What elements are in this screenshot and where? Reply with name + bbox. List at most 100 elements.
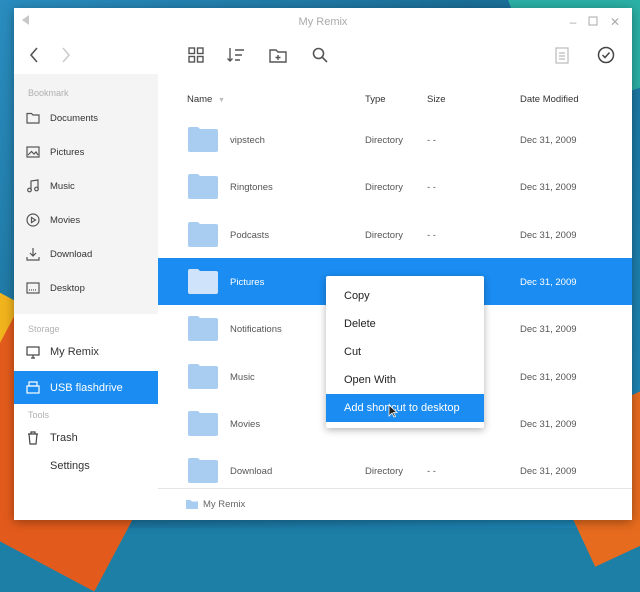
sidebar-item-label: Documents xyxy=(50,112,99,124)
file-name: Music xyxy=(230,371,255,383)
file-date: Dec 31, 2009 xyxy=(520,371,577,383)
file-size: - - xyxy=(427,135,436,146)
sidebar-item-my-remix[interactable]: My Remix xyxy=(14,337,158,367)
file-name: Podcasts xyxy=(230,229,270,241)
file-name: vipstech xyxy=(230,135,265,146)
file-type: Directory xyxy=(365,135,404,146)
folder-icon xyxy=(188,363,218,389)
file-name: Movies xyxy=(230,418,261,430)
sidebar-item-trash[interactable]: Trash xyxy=(14,423,158,453)
table-row[interactable]: Podcasts Directory - - Dec 31, 2009 xyxy=(158,211,632,258)
desktop-icon xyxy=(26,281,40,295)
clipboard-icon[interactable] xyxy=(550,44,574,66)
maximize-icon[interactable] xyxy=(584,13,602,31)
column-header-size[interactable]: Size xyxy=(427,94,445,105)
monitor-icon xyxy=(26,345,40,359)
menu-item-label: Cut xyxy=(344,346,362,358)
minimize-icon[interactable]: – xyxy=(564,13,582,31)
path-bar: My Remix xyxy=(158,488,632,520)
trash-icon xyxy=(26,431,40,445)
file-date: Dec 31, 2009 xyxy=(520,182,577,194)
mouse-cursor-icon xyxy=(388,404,399,421)
file-name: Pictures xyxy=(230,276,265,288)
sidebar-item-movies[interactable]: Movies xyxy=(14,205,158,235)
window-title: My Remix xyxy=(298,16,348,28)
sidebar-item-music[interactable]: Music xyxy=(14,171,158,201)
grid-view-icon[interactable] xyxy=(184,44,208,66)
folder-icon xyxy=(188,410,218,436)
menu-item-label: Copy xyxy=(344,290,370,302)
close-icon[interactable]: ✕ xyxy=(606,13,624,31)
column-header-date[interactable]: Date Modified xyxy=(520,94,579,105)
file-name: Ringtones xyxy=(230,182,273,194)
menu-item-label: Delete xyxy=(344,318,376,330)
file-manager-window: My Remix – ✕ Bookmark Documents Pictures… xyxy=(14,8,632,520)
sidebar-item-desktop[interactable]: Desktop xyxy=(14,273,158,303)
sidebar-item-label: USB flashdrive xyxy=(50,381,123,394)
music-note-icon xyxy=(26,179,40,193)
context-menu-cut[interactable]: Cut xyxy=(326,338,484,366)
tools-header: Tools xyxy=(28,410,50,420)
sidebar-item-label: My Remix xyxy=(50,346,99,358)
file-date: Dec 31, 2009 xyxy=(520,466,577,478)
folder-icon xyxy=(188,174,218,200)
column-header-type[interactable]: Type xyxy=(365,94,386,105)
download-icon xyxy=(26,247,40,261)
context-menu: Copy Delete Cut Open With Add shortcut t… xyxy=(326,276,484,428)
usb-drive-icon xyxy=(26,381,40,395)
sidebar-item-label: Movies xyxy=(50,214,81,226)
bookmark-header: Bookmark xyxy=(28,88,69,98)
select-check-icon[interactable] xyxy=(594,44,618,66)
forward-arrow-icon[interactable] xyxy=(54,44,78,66)
sidebar-item-label: Desktop xyxy=(50,282,85,294)
sidebar-item-documents[interactable]: Documents xyxy=(14,103,158,133)
column-header-label: Name xyxy=(187,94,213,105)
new-folder-icon[interactable] xyxy=(266,44,290,66)
table-row[interactable]: vipstech Directory - - Dec 31, 2009 xyxy=(158,116,632,163)
file-size: - - xyxy=(427,182,436,194)
search-icon[interactable] xyxy=(308,44,332,66)
folder-icon xyxy=(26,111,40,125)
sort-icon[interactable] xyxy=(224,44,248,66)
sidebar-item-label: Trash xyxy=(50,432,78,444)
folder-icon xyxy=(188,316,218,342)
table-row[interactable]: Ringtones Directory - - Dec 31, 2009 xyxy=(158,163,632,210)
sidebar-item-label: Music xyxy=(50,180,75,192)
back-arrow-icon[interactable] xyxy=(22,44,46,66)
file-type: Directory xyxy=(365,229,404,241)
context-menu-copy[interactable]: Copy xyxy=(326,282,484,310)
sidebar-item-settings[interactable]: Settings xyxy=(14,451,158,481)
sidebar-item-pictures[interactable]: Pictures xyxy=(14,137,158,167)
context-menu-open-with[interactable]: Open With xyxy=(326,366,484,394)
context-menu-add-shortcut[interactable]: Add shortcut to desktop xyxy=(326,394,484,422)
sidebar-item-download[interactable]: Download xyxy=(14,239,158,269)
folder-small-icon xyxy=(186,499,198,512)
column-header-name[interactable]: Name ▼ xyxy=(187,94,225,105)
folder-icon xyxy=(188,268,218,294)
sidebar-item-label: Pictures xyxy=(50,146,85,158)
toolbar xyxy=(14,36,632,74)
file-size: - - xyxy=(427,466,436,478)
file-type: Directory xyxy=(365,466,404,478)
file-name: Download xyxy=(230,466,273,478)
file-name: Notifications xyxy=(230,324,282,336)
menu-item-label: Add shortcut to desktop xyxy=(344,402,460,414)
file-type: Directory xyxy=(365,182,404,194)
sidebar-item-usb-flashdrive[interactable]: USB flashdrive xyxy=(14,371,158,404)
file-date: Dec 31, 2009 xyxy=(520,135,577,146)
folder-icon xyxy=(188,221,218,247)
storage-header: Storage xyxy=(28,324,60,334)
file-date: Dec 31, 2009 xyxy=(520,229,577,241)
context-menu-delete[interactable]: Delete xyxy=(326,310,484,338)
file-date: Dec 31, 2009 xyxy=(520,276,577,288)
path-label[interactable]: My Remix xyxy=(203,499,245,510)
sidebar-item-label: Settings xyxy=(50,460,90,472)
image-icon xyxy=(26,145,40,159)
sidebar-item-label: Download xyxy=(50,248,93,260)
title-bar: My Remix – ✕ xyxy=(14,8,632,36)
sidebar: Bookmark Documents Pictures Music Movies xyxy=(14,74,158,520)
folder-icon xyxy=(188,127,218,152)
folder-icon xyxy=(188,458,218,484)
file-date: Dec 31, 2009 xyxy=(520,324,577,336)
file-date: Dec 31, 2009 xyxy=(520,418,577,430)
